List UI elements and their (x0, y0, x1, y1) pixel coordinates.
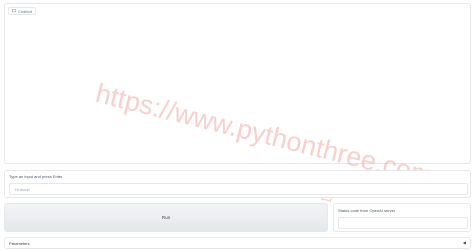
chatbot-label: Chatbot (18, 8, 33, 14)
status-label: Status code from OpenAI server (338, 208, 396, 213)
parameters-label: Parameters (9, 240, 30, 246)
status-output (338, 217, 468, 229)
chatbot-label-tag: Chatbot (8, 7, 37, 15)
input-block: Type an input and press Enter (4, 170, 471, 198)
message-input[interactable] (9, 183, 468, 195)
chatbot-panel: Chatbot (4, 3, 471, 164)
input-label: Type an input and press Enter (9, 174, 63, 179)
chat-icon (12, 9, 16, 13)
status-block: Status code from OpenAI server (333, 203, 471, 232)
run-button[interactable]: Run (4, 203, 328, 232)
parameters-accordion[interactable]: Parameters ◀ (4, 237, 471, 249)
caret-left-icon: ◀ (462, 240, 466, 245)
